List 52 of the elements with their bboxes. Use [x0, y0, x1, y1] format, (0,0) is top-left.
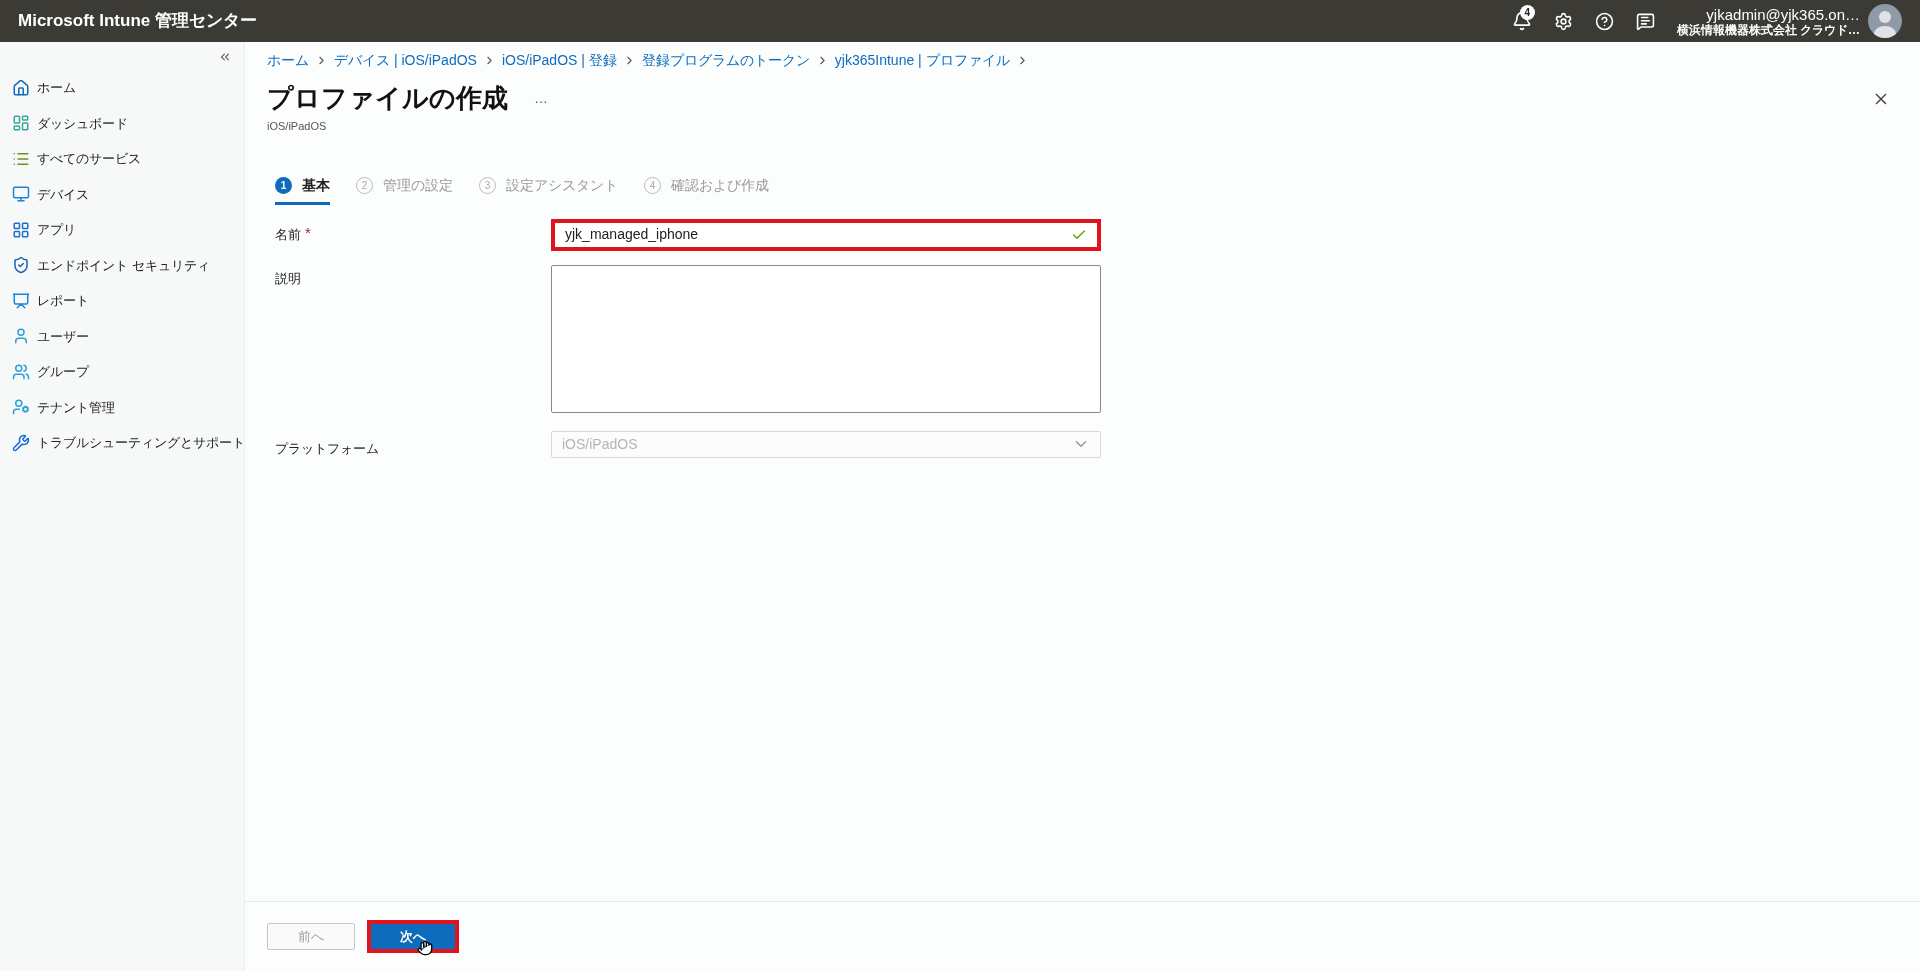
sidebar-item[interactable]: ホーム [0, 70, 244, 106]
breadcrumb-link[interactable]: デバイス | iOS/iPadOS [334, 50, 477, 71]
sidebar-item[interactable]: テナント管理 [0, 389, 244, 425]
field-label: 説明 [275, 270, 301, 286]
field-label: 名前 [275, 225, 301, 244]
breadcrumb-link[interactable]: yjk365Intune | プロファイル [834, 50, 1010, 71]
breadcrumb-link[interactable]: 登録プログラムのトークン [641, 50, 810, 71]
user-icon [12, 327, 30, 346]
sidebar-item[interactable]: デバイス [0, 176, 244, 212]
sidebar-item[interactable]: すべてのサービス [0, 141, 244, 177]
sidebar-item[interactable]: ダッシュボード [0, 105, 244, 141]
collapse-icon[interactable] [218, 50, 232, 64]
step-label: 管理の設定 [383, 175, 453, 195]
shield-icon [12, 256, 30, 275]
dashboard-icon [12, 114, 30, 133]
sidebar-item[interactable]: エンドポイント セキュリティ [0, 247, 244, 283]
next-button[interactable]: 次へ [367, 920, 459, 953]
monitor-chart-icon [12, 291, 30, 310]
tools-icon [12, 433, 30, 452]
home-icon [12, 78, 30, 97]
page-title: プロファイルの作成 [267, 82, 508, 115]
sidebar-item[interactable]: ユーザー [0, 318, 244, 354]
more-button[interactable]: … [534, 88, 548, 109]
step-label: 基本 [302, 175, 330, 195]
step-label: 設定アシスタント [506, 175, 618, 195]
sidebar-item[interactable]: グループ [0, 354, 244, 390]
breadcrumb-link[interactable]: iOS/iPadOS | 登録 [501, 50, 617, 71]
field-label: プラットフォーム [275, 440, 379, 456]
monitor-icon [12, 185, 30, 204]
step-label: 確認および作成 [671, 175, 769, 195]
feedback-icon[interactable] [1635, 11, 1655, 31]
name-field[interactable]: yjk_managed_iphone [551, 218, 1101, 251]
grid-icon [12, 220, 30, 239]
sidebar-item[interactable]: トラブルシューティングとサポート [0, 425, 244, 461]
breadcrumb-link[interactable]: ホーム [267, 50, 309, 71]
notification-badge: 4 [1519, 5, 1535, 20]
app-title[interactable]: Microsoft Intune 管理センター [18, 8, 257, 34]
cursor-icon [417, 940, 433, 956]
step-number: 1 [275, 176, 292, 194]
wizard-step[interactable]: 1 基本 [275, 174, 330, 205]
users-icon [12, 362, 30, 381]
required-asterisk: * [305, 224, 311, 240]
description-field[interactable] [551, 264, 1101, 413]
sidebar-item[interactable]: レポート [0, 283, 244, 319]
user-gear-icon [12, 398, 30, 417]
page-subtitle: iOS/iPadOS [267, 119, 328, 134]
sidebar-item[interactable]: アプリ [0, 212, 244, 248]
account-email[interactable]: yjkadmin@yjk365.on… [1706, 6, 1860, 22]
avatar-icon[interactable] [1868, 4, 1902, 38]
settings-icon[interactable] [1553, 11, 1573, 31]
help-icon[interactable] [1594, 11, 1614, 31]
account-org: 横浜情報機器株式会社 クラウド… [1676, 23, 1860, 36]
